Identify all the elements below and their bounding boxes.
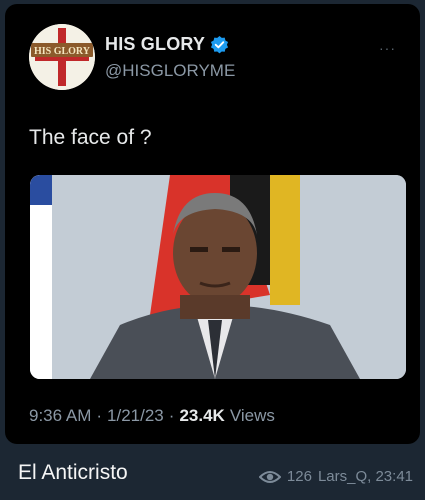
avatar-logo-icon: HIS GLORY (29, 24, 95, 90)
verified-badge-icon (211, 35, 229, 54)
avatar[interactable]: HIS GLORY (29, 24, 95, 90)
tweet-image[interactable] (30, 175, 406, 379)
message-caption: El Anticristo (18, 461, 128, 484)
meta-separator: · (96, 406, 103, 425)
eye-icon (258, 470, 281, 483)
more-dots-icon[interactable]: ··· (379, 40, 396, 56)
tweet-date[interactable]: 1/21/23 (107, 406, 164, 426)
views-count: 23.4K (179, 406, 225, 425)
user-handle[interactable]: @HISGLORYME (105, 61, 235, 81)
meta-separator: · (168, 406, 175, 425)
message-views-count: 126 (286, 468, 312, 485)
svg-text:HIS GLORY: HIS GLORY (34, 46, 91, 57)
views-label: Views (229, 406, 275, 425)
display-name-row[interactable]: HIS GLORY (105, 34, 229, 55)
tweet-meta: 9:36 AM · 1/21/23 · 23.4K Views (29, 406, 275, 426)
tweet-time: 9:36 AM (29, 406, 92, 425)
message-meta: 126 Lars_Q, 23:41 (258, 468, 413, 485)
portrait-photo (30, 175, 406, 379)
tweet-text: The face of ? (29, 126, 152, 149)
message-author-time: Lars_Q, 23:41 (317, 468, 413, 485)
tweet-card[interactable]: HIS GLORY HIS GLORY @HISGLORYME ··· The … (5, 4, 420, 444)
display-name[interactable]: HIS GLORY (105, 34, 205, 55)
